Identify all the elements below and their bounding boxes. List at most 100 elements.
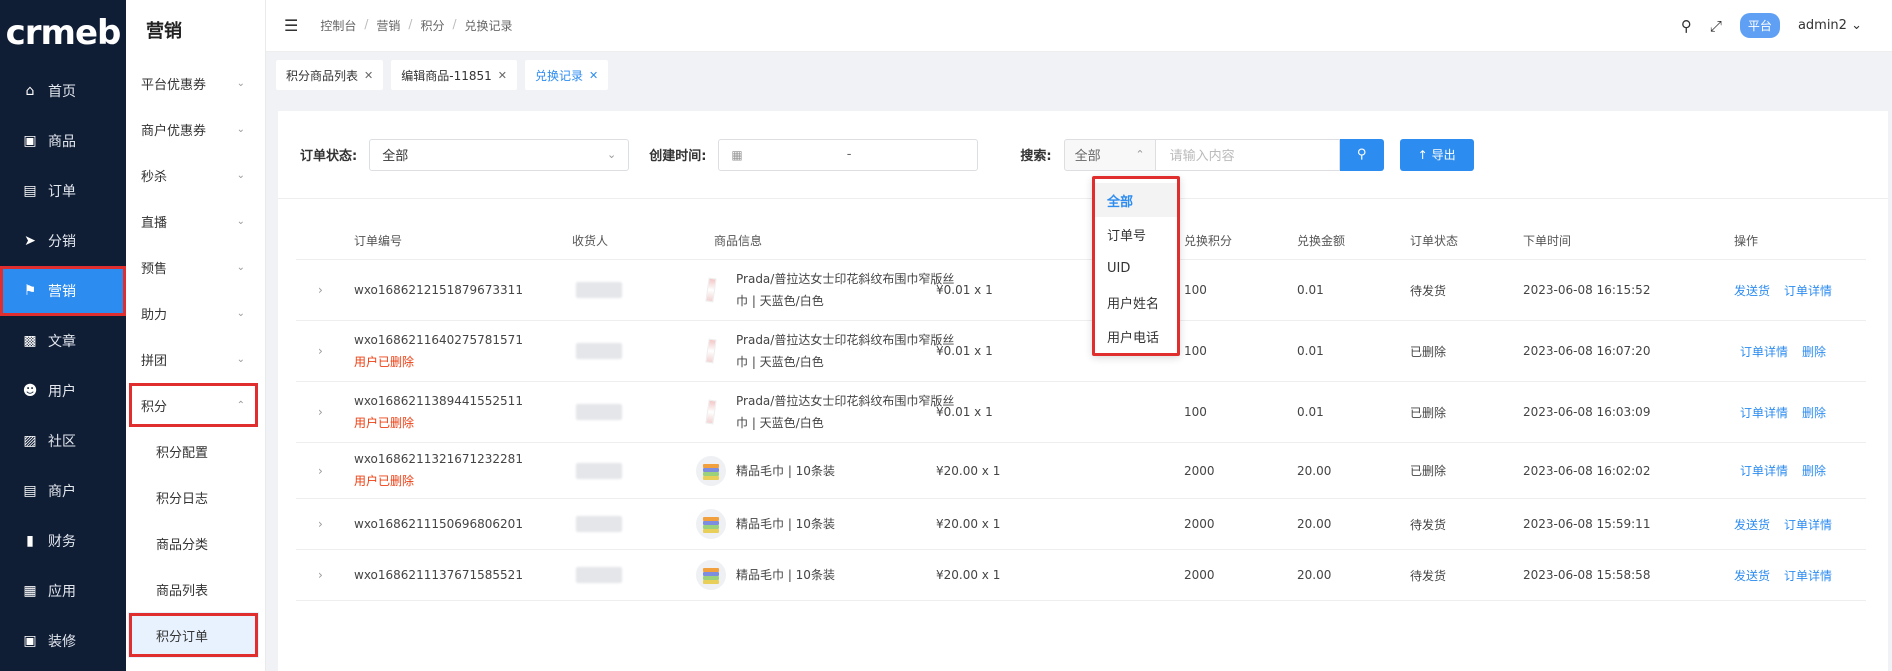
order-time: 2023-06-08 16:07:20 [1523, 344, 1651, 358]
chevron-down-icon: ⌄ [236, 77, 245, 89]
nav-item-5[interactable]: ▩ 文章 [0, 316, 126, 366]
nav-item-1[interactable]: ▣ 商品 [0, 116, 126, 166]
nav-item-3[interactable]: ➤ 分销 [0, 216, 126, 266]
action-link[interactable]: 发送货 [1734, 284, 1770, 298]
menu-toggle-icon[interactable]: ☰ [284, 16, 298, 35]
action-link[interactable]: 订单详情 [1784, 284, 1832, 298]
sub-menu-item-6[interactable]: 拼团 ⌄ [126, 336, 265, 382]
action-link[interactable]: 订单详情 [1784, 518, 1832, 532]
product-name: 精品毛巾 | 10条装 [736, 517, 835, 531]
sub-menu-item-1[interactable]: 商户优惠券 ⌄ [126, 106, 265, 152]
sub-menu-child-4[interactable]: 积分订单 [128, 612, 259, 658]
product-name: Prada/普拉达女士印花斜纹布围巾窄版丝巾 | 天蓝色/白色 [736, 272, 955, 308]
breadcrumb-item: 兑换记录 [464, 19, 513, 33]
dropdown-option[interactable]: 用户姓名 [1095, 285, 1177, 319]
action-link[interactable]: 发送货 [1734, 518, 1770, 532]
sub-menu-item-0[interactable]: 平台优惠券 ⌄ [126, 60, 265, 106]
main-nav: crmeb ⌂ 首页 ▣ 商品 ▤ 订单 ➤ 分销 ⚑ 营销 ▩ 文章 ☻ 用户 ▨ 社区 ▤ 商户 ▮ 财务 ▦ 应用 ▣… [0, 0, 126, 671]
sub-menu-item-7[interactable]: 积分 ⌃ [128, 382, 259, 428]
tab-points-product-list[interactable]: 积分商品列表 ✕ [276, 60, 384, 90]
nav-item-8[interactable]: ▤ 商户 [0, 466, 126, 516]
action-link[interactable]: 删除 [1802, 345, 1826, 359]
action-link[interactable]: 发送货 [1734, 569, 1770, 583]
sub-menu-item-2[interactable]: 秒杀 ⌄ [126, 152, 265, 198]
order-number: wxo1686211389441552511 [354, 393, 523, 408]
receiver-name-blurred [576, 282, 622, 298]
expand-chevron-icon[interactable]: › [318, 568, 323, 582]
status-value: 全部 [382, 149, 409, 164]
sub-menu-item-5[interactable]: 助力 ⌄ [126, 290, 265, 336]
dropdown-option[interactable]: 全部 [1095, 183, 1177, 217]
action-link[interactable]: 订单详情 [1740, 464, 1788, 478]
order-status: 已删除 [1410, 405, 1447, 420]
col-time: 下单时间 [1523, 234, 1572, 248]
close-icon[interactable]: ✕ [364, 69, 373, 82]
close-icon[interactable]: ✕ [589, 69, 598, 82]
tab-exchange-records[interactable]: 兑换记录 ✕ [524, 60, 609, 90]
fullscreen-icon[interactable]: ⤢ [1710, 17, 1722, 35]
dropdown-option[interactable]: UID [1095, 251, 1177, 285]
table-row: › wxo1686212151879673311 Prada/普拉达女士印花斜纹布围… [296, 260, 1866, 321]
sub-menu-child-label: 积分订单 [156, 629, 209, 645]
action-link[interactable]: 删除 [1802, 406, 1826, 420]
export-button[interactable]: ↑ 导出 [1399, 138, 1474, 171]
order-status: 待发货 [1410, 517, 1447, 532]
nav-item-4[interactable]: ⚑ 营销 [0, 266, 126, 316]
table-row: › wxo1686211321671232281 用户已删除 精品毛巾 | 10条装 ¥… [296, 443, 1866, 499]
expand-chevron-icon[interactable]: › [318, 464, 323, 478]
search-type-value: 全部 [1074, 149, 1101, 164]
user-menu[interactable]: admin2 ⌄ [1798, 18, 1862, 33]
breadcrumb-item[interactable]: 积分 [420, 17, 444, 34]
breadcrumb-item[interactable]: 营销 [376, 17, 400, 34]
dropdown-option[interactable]: 订单号 [1095, 217, 1177, 251]
nav-item-6[interactable]: ☻ 用户 [0, 366, 126, 416]
date-range-picker[interactable]: ▦ - [718, 138, 979, 171]
search-button[interactable]: ⚲ [1339, 138, 1384, 171]
receiver-name-blurred [576, 404, 622, 420]
exchange-points: 100 [1184, 283, 1207, 297]
status-select[interactable]: 全部 ⌄ [369, 138, 630, 171]
search-type-select[interactable]: 全部 ⌃ [1063, 138, 1156, 171]
product-name: 精品毛巾 | 10条装 [736, 463, 835, 478]
action-link[interactable]: 订单详情 [1740, 406, 1788, 420]
dropdown-option[interactable]: 用户电话 [1095, 319, 1177, 353]
tab-edit-product[interactable]: 编辑商品-11851 ✕ [391, 60, 517, 90]
expand-chevron-icon[interactable]: › [318, 405, 323, 419]
nav-item-9[interactable]: ▮ 财务 [0, 516, 126, 566]
exchange-amount: 20.00 [1297, 463, 1332, 478]
sub-menu-child-1[interactable]: 积分日志 [126, 474, 265, 520]
nav-item-7[interactable]: ▨ 社区 [0, 416, 126, 466]
search-input[interactable]: 请输入内容 [1155, 138, 1340, 171]
filter-bar: 订单状态: 全部 ⌄ 创建时间: ▦ - 搜索: 全部 ⌃ 请输入内容 ⚲ ↑ 导出 [278, 111, 1888, 199]
product-name: 精品毛巾 | 10条装 [736, 568, 835, 582]
order-time: 2023-06-08 15:58:58 [1523, 568, 1651, 582]
action-link[interactable]: 订单详情 [1740, 345, 1788, 359]
sub-menu-item-3[interactable]: 直播 ⌄ [126, 198, 265, 244]
expand-chevron-icon[interactable]: › [318, 283, 323, 297]
sub-menu-child-3[interactable]: 商品列表 [126, 566, 265, 612]
nav-item-10[interactable]: ▦ 应用 [0, 566, 126, 616]
tab-label: 编辑商品-11851 [401, 68, 492, 83]
sub-menu-child-0[interactable]: 积分配置 [126, 428, 265, 474]
sub-menu-label: 直播 [141, 215, 168, 231]
sub-menu-item-4[interactable]: 预售 ⌄ [126, 244, 265, 290]
sub-menu: 营销 平台优惠券 ⌄ 商户优惠券 ⌄ 秒杀 ⌄ 直播 ⌄ 预售 ⌄ 助力 ⌄ 拼团 ⌄ 积分 ⌃ 积分配置 积分日… [126, 0, 266, 671]
status-label: 订单状态: [300, 149, 358, 164]
expand-chevron-icon[interactable]: › [318, 517, 323, 531]
search-label: 搜索: [1020, 149, 1052, 164]
action-link[interactable]: 删除 [1802, 464, 1826, 478]
nav-item-2[interactable]: ▤ 订单 [0, 166, 126, 216]
breadcrumb-item[interactable]: 控制台 [320, 17, 356, 34]
nav-item-label: 财务 [48, 534, 76, 550]
tab-label: 兑换记录 [534, 68, 583, 83]
action-link[interactable]: 订单详情 [1784, 569, 1832, 583]
chevron-down-icon: ⌄ [1851, 18, 1862, 33]
close-icon[interactable]: ✕ [498, 69, 507, 82]
search-icon[interactable]: ⚲ [1681, 17, 1692, 35]
sub-menu-child-2[interactable]: 商品分类 [126, 520, 265, 566]
expand-chevron-icon[interactable]: › [318, 344, 323, 358]
product-name: Prada/普拉达女士印花斜纹布围巾窄版丝巾 | 天蓝色/白色 [736, 333, 955, 369]
nav-item-0[interactable]: ⌂ 首页 [0, 66, 126, 116]
col-receiver: 收货人 [572, 234, 609, 248]
nav-item-11[interactable]: ▣ 装修 [0, 616, 126, 666]
